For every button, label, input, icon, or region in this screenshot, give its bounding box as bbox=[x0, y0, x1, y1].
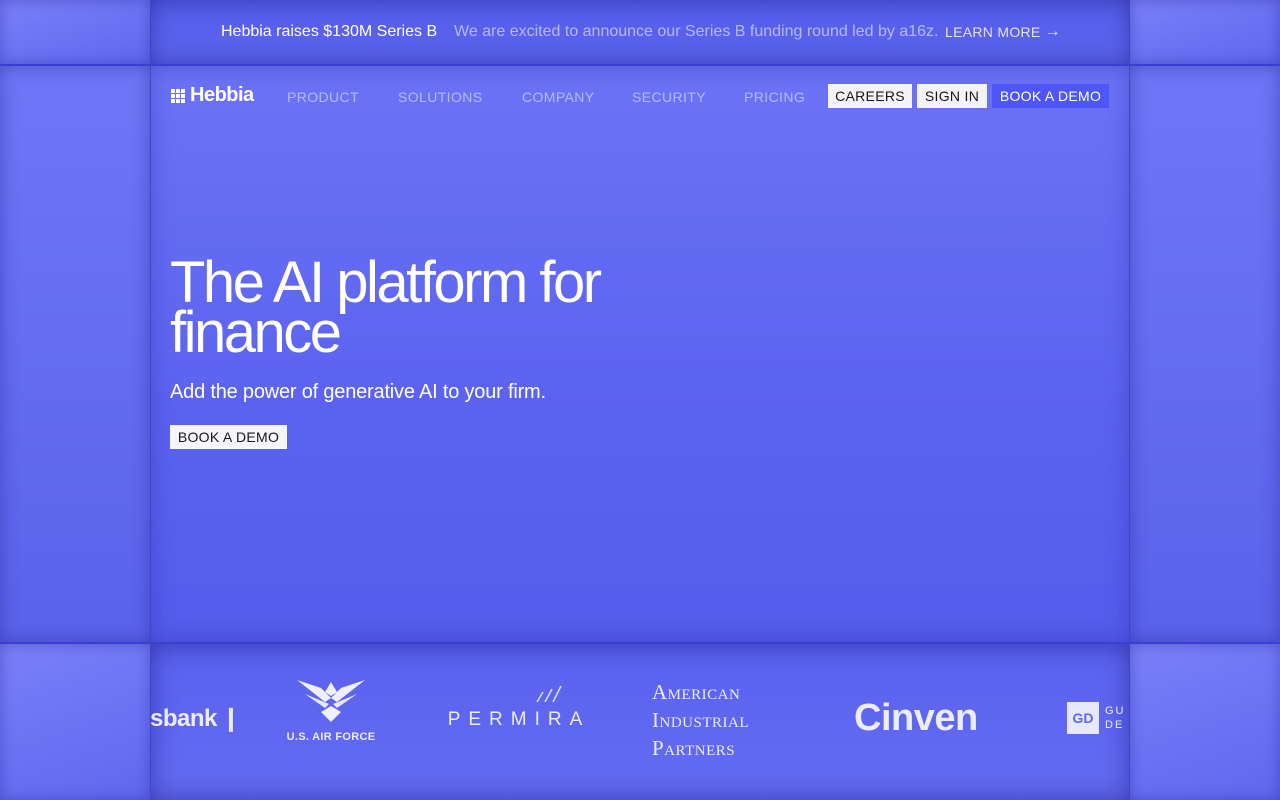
book-demo-nav-button[interactable]: BOOK A DEMO bbox=[992, 84, 1109, 108]
grid-tile bbox=[0, 0, 150, 64]
book-demo-hero-button[interactable]: BOOK A DEMO bbox=[170, 425, 287, 449]
grid-tile bbox=[0, 66, 150, 642]
gd-mark: GD bbox=[1067, 702, 1099, 734]
gd-line: DE bbox=[1105, 719, 1125, 731]
announcement-title[interactable]: Hebbia raises $130M Series B bbox=[221, 23, 437, 41]
logo-text: Hebbia bbox=[190, 84, 254, 106]
nav-link-company[interactable]: COMPANY bbox=[522, 89, 595, 105]
permira-logo: PERMIRA bbox=[434, 684, 604, 731]
nav-link-solutions[interactable]: SOLUTIONS bbox=[398, 89, 483, 105]
nav-link-pricing[interactable]: PRICING bbox=[744, 89, 805, 105]
sbank-logo: sbank ❙ bbox=[150, 705, 241, 732]
gd-logo: GD GU DE bbox=[1067, 702, 1126, 734]
grid-line bbox=[0, 64, 1280, 66]
air-force-text: U.S. AIR FORCE bbox=[286, 731, 376, 743]
announcement-text: We are excited to announce our Series B … bbox=[454, 23, 939, 40]
hero-subtitle: Add the power of generative AI to your f… bbox=[170, 381, 546, 403]
grid-tile bbox=[1130, 66, 1280, 642]
permira-text: PERMIRA bbox=[447, 709, 591, 730]
air-force-wings-icon bbox=[297, 680, 365, 722]
cinven-logo: Cinven bbox=[854, 697, 978, 739]
grid-tile bbox=[1130, 0, 1280, 64]
grid-tile bbox=[1130, 644, 1280, 800]
nav-link-security[interactable]: SECURITY bbox=[632, 89, 706, 105]
american-industrial-partners-logo: American Industrial Partners bbox=[652, 678, 749, 762]
learn-more-label: LEARN MORE bbox=[945, 24, 1041, 40]
permira-slashes-icon bbox=[536, 685, 562, 703]
sbank-logo-text: sbank bbox=[150, 705, 217, 732]
arrow-right-icon: → bbox=[1044, 23, 1061, 40]
announcement-bar: Hebbia raises $130M Series B We are exci… bbox=[150, 0, 1130, 64]
customer-logos: sbank ❙ U.S. AIR FORCE PERMIRA American I… bbox=[150, 644, 1130, 800]
logo-grid-icon bbox=[171, 88, 185, 103]
aip-line: American bbox=[652, 680, 741, 704]
nav-link-product[interactable]: PRODUCT bbox=[287, 89, 359, 105]
aip-line: Partners bbox=[652, 736, 736, 760]
aip-line: Industrial bbox=[652, 708, 749, 732]
learn-more-link[interactable]: LEARN MORE → bbox=[945, 23, 1061, 41]
sign-in-button[interactable]: SIGN IN bbox=[917, 84, 987, 108]
us-air-force-logo: U.S. AIR FORCE bbox=[278, 678, 384, 743]
careers-button[interactable]: CAREERS bbox=[828, 84, 912, 108]
hero-title: The AI platform for finance bbox=[170, 250, 602, 365]
hebbia-logo[interactable]: Hebbia bbox=[171, 84, 254, 107]
gd-line: GU bbox=[1105, 705, 1126, 717]
grid-tile bbox=[0, 644, 150, 800]
